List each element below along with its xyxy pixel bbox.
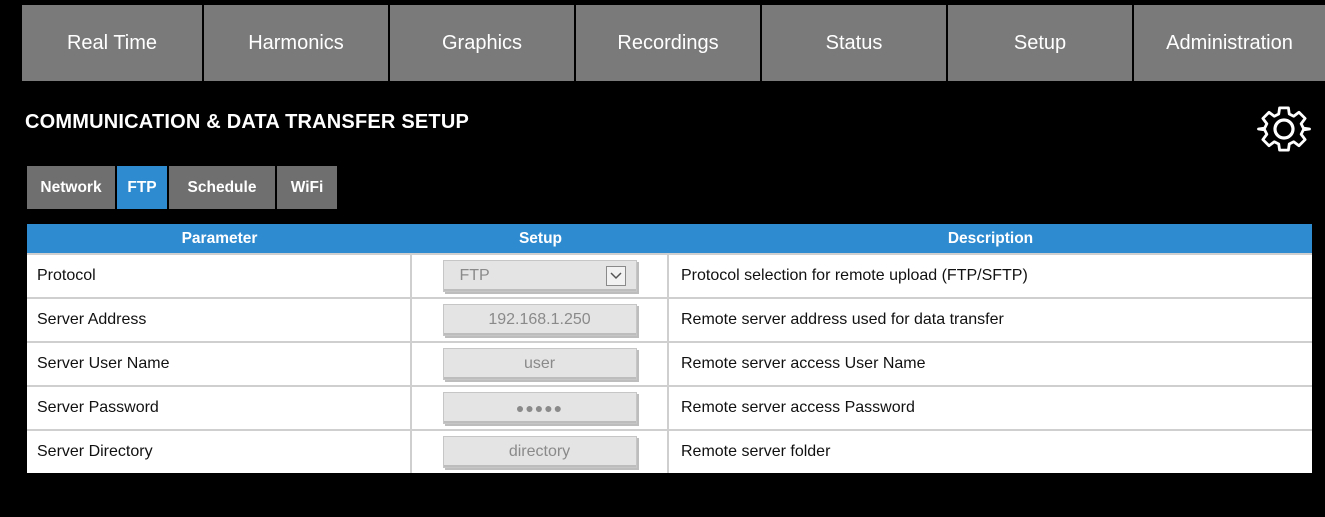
page-title: COMMUNICATION & DATA TRANSFER SETUP [25, 111, 470, 133]
nav-status[interactable]: Status [762, 5, 948, 81]
column-header-description: Description [947, 229, 1034, 247]
nav-recordings[interactable]: Recordings [576, 5, 762, 81]
table-header: Parameter Setup Description [27, 224, 1312, 253]
parameter-label: Server User Name [27, 343, 412, 385]
top-navigation: Real Time Harmonics Graphics Recordings … [22, 5, 1325, 81]
gear-icon[interactable] [1255, 100, 1313, 158]
server-directory-input[interactable]: directory [442, 436, 637, 468]
setup-cell: FTP [412, 255, 669, 297]
tab-ftp[interactable]: FTP [117, 166, 169, 209]
nav-setup[interactable]: Setup [948, 5, 1134, 81]
table-row: Protocol FTP Protocol selection for remo… [27, 253, 1312, 297]
nav-administration[interactable]: Administration [1134, 5, 1325, 81]
description-text: Remote server access Password [681, 399, 915, 416]
description-text: Remote server address used for data tran… [681, 311, 1004, 328]
nav-real-time[interactable]: Real Time [22, 5, 204, 81]
tab-schedule[interactable]: Schedule [169, 166, 277, 209]
tab-network[interactable]: Network [27, 166, 117, 209]
column-header-setup: Setup [518, 229, 563, 247]
setup-cell: ●●●●● [412, 387, 669, 429]
parameter-label: Server Address [27, 299, 412, 341]
parameter-label: Protocol [27, 255, 412, 297]
description-text: Remote server access User Name [681, 355, 926, 372]
setup-cell: 192.168.1.250 [412, 299, 669, 341]
ftp-settings-table: Parameter Setup Description Protocol FTP… [27, 224, 1312, 473]
table-row: Server Address 192.168.1.250 Remote serv… [27, 297, 1312, 341]
description-text: Remote server folder [681, 443, 831, 460]
table-row: Server User Name user Remote server acce… [27, 341, 1312, 385]
setup-cell: directory [412, 431, 669, 473]
setup-cell: user [412, 343, 669, 385]
description-text: Protocol selection for remote upload (FT… [681, 267, 1028, 284]
server-password-input[interactable]: ●●●●● [442, 392, 637, 424]
server-address-input[interactable]: 192.168.1.250 [442, 304, 637, 336]
parameter-label: Server Directory [27, 431, 412, 473]
chevron-down-icon[interactable] [605, 266, 626, 286]
column-header-parameter: Parameter [181, 229, 258, 247]
subtab-bar: Network FTP Schedule WiFi [27, 166, 337, 209]
server-username-input[interactable]: user [442, 348, 637, 380]
table-row: Server Password ●●●●● Remote server acce… [27, 385, 1312, 429]
tab-wifi[interactable]: WiFi [277, 166, 337, 209]
table-row: Server Directory directory Remote server… [27, 429, 1312, 473]
protocol-select[interactable]: FTP [442, 260, 637, 292]
nav-harmonics[interactable]: Harmonics [204, 5, 390, 81]
parameter-label: Server Password [27, 387, 412, 429]
protocol-select-value: FTP [459, 267, 490, 284]
nav-graphics[interactable]: Graphics [390, 5, 576, 81]
